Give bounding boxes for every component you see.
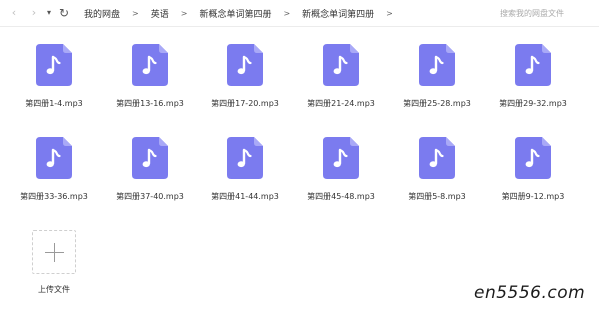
audio-file-icon [36,137,72,179]
file-item[interactable]: 第四册25-28.mp3 [397,44,477,109]
breadcrumb-separator: > [386,8,393,18]
forward-button[interactable]: › [28,5,40,21]
audio-file-icon [323,137,359,179]
file-name: 第四册37-40.mp3 [116,192,184,201]
file-name: 第四册1-4.mp3 [25,99,83,108]
audio-file-icon [419,44,455,86]
history-dropdown-button[interactable]: ▾ [44,5,54,21]
file-item[interactable]: 第四册17-20.mp3 [205,44,285,109]
file-name: 第四册29-32.mp3 [499,99,567,108]
breadcrumb-separator: > [132,8,139,18]
breadcrumb-item[interactable]: 新概念单词第四册 [302,7,374,20]
file-item[interactable]: 第四册29-32.mp3 [493,44,573,109]
file-name: 第四册17-20.mp3 [211,99,279,108]
breadcrumb-separator: > [283,8,291,18]
breadcrumb-separator: > [180,8,188,18]
refresh-button[interactable]: ↻ [57,5,71,21]
audio-file-icon [36,44,72,86]
file-item[interactable]: 第四册1-4.mp3 [14,44,94,109]
audio-file-icon [227,137,263,179]
breadcrumb-item[interactable]: 我的网盘 [84,7,120,20]
audio-file-icon [227,44,263,86]
file-name: 第四册9-12.mp3 [501,192,565,201]
toolbar: ‹ › ▾ ↻ 我的网盘 > 英语 > 新概念单词第四册 > 新概念单词第四册 … [0,0,599,26]
file-name: 第四册5-8.mp3 [408,192,466,201]
file-item[interactable]: 第四册41-44.mp3 [205,137,285,202]
audio-file-icon [515,137,551,179]
audio-file-icon [419,137,455,179]
upload-button[interactable] [32,230,76,274]
watermark: en5556.com [474,283,586,303]
file-name: 第四册13-16.mp3 [116,99,184,108]
file-name: 第四册41-44.mp3 [211,192,279,201]
file-item[interactable]: 第四册13-16.mp3 [110,44,190,109]
file-name: 第四册21-24.mp3 [307,99,375,108]
toolbar-divider [0,26,599,27]
audio-file-icon [515,44,551,86]
upload-label: 上传文件 [38,285,70,294]
plus-icon [54,243,55,262]
breadcrumb-item[interactable]: 新概念单词第四册 [199,7,271,20]
file-name: 第四册25-28.mp3 [403,99,471,108]
search-input[interactable] [492,5,596,21]
file-name: 第四册33-36.mp3 [20,192,88,201]
file-item[interactable]: 第四册45-48.mp3 [301,137,381,202]
breadcrumb: 我的网盘 > 英语 > 新概念单词第四册 > 新概念单词第四册 > [84,6,405,20]
file-item[interactable]: 第四册33-36.mp3 [14,137,94,202]
audio-file-icon [132,137,168,179]
back-button[interactable]: ‹ [8,5,20,21]
file-item[interactable]: 第四册5-8.mp3 [397,137,477,202]
audio-file-icon [323,44,359,86]
file-item[interactable]: 第四册9-12.mp3 [493,137,573,202]
breadcrumb-item[interactable]: 英语 [151,7,169,20]
file-name: 第四册45-48.mp3 [307,192,375,201]
file-item[interactable]: 第四册37-40.mp3 [110,137,190,202]
file-item[interactable]: 第四册21-24.mp3 [301,44,381,109]
audio-file-icon [132,44,168,86]
